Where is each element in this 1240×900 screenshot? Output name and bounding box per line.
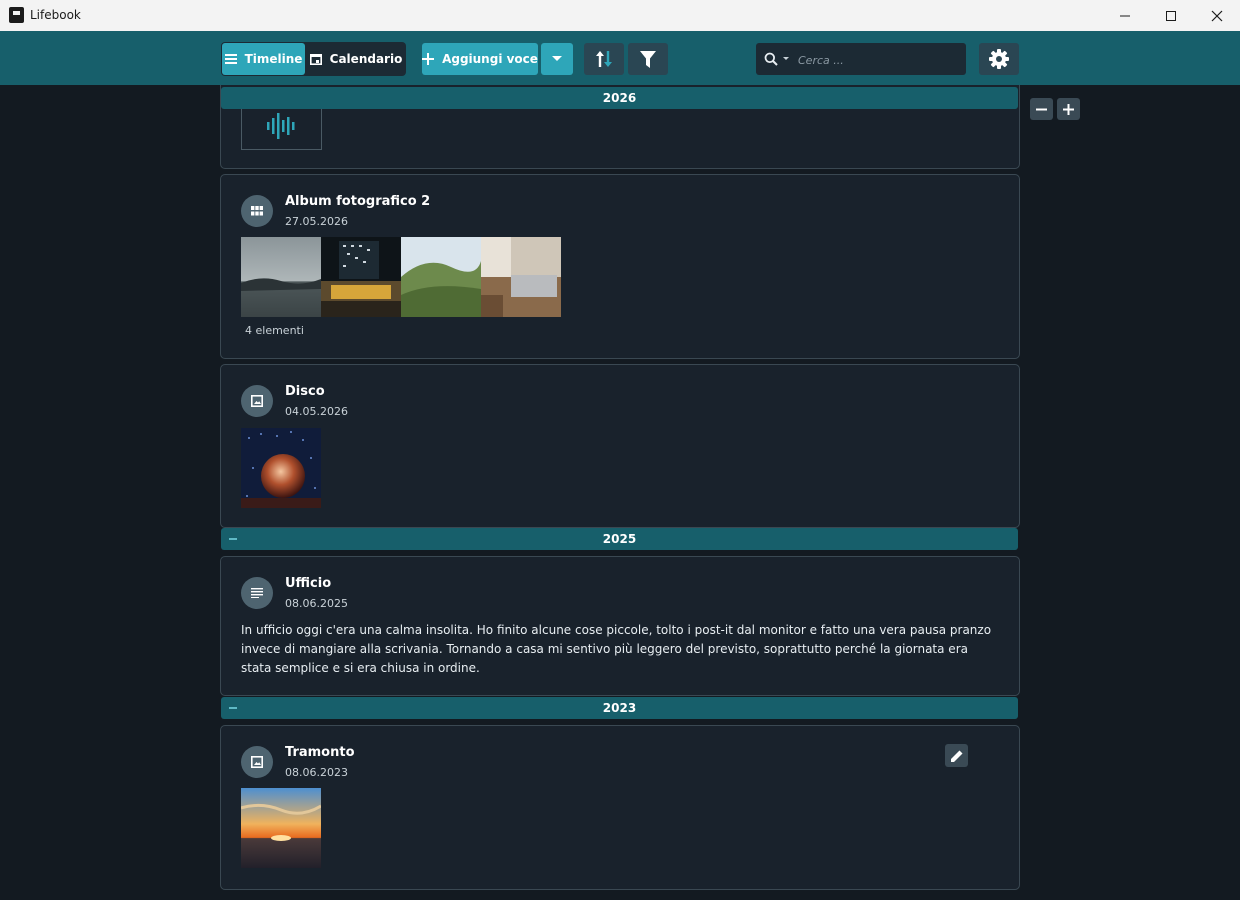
album-photo-2[interactable]	[321, 237, 401, 317]
tramonto-entry-card[interactable]: Tramonto 08.06.2023	[220, 725, 1020, 890]
entry-date: 08.06.2025	[285, 597, 348, 610]
year-header-2023[interactable]: 2023	[221, 697, 1018, 719]
album-photo-3[interactable]	[401, 237, 481, 317]
ufficio-entry-card[interactable]: Ufficio 08.06.2025 In ufficio oggi c'era…	[220, 556, 1020, 696]
entry-title: Album fotografico 2	[285, 194, 431, 209]
year-label: 2025	[602, 532, 637, 546]
album-photo-4[interactable]	[481, 237, 561, 317]
add-entry-button[interactable]: Aggiungi voce	[422, 43, 538, 75]
disco-entry-card[interactable]: Disco 04.05.2026	[220, 364, 1020, 528]
disco-photo[interactable]	[241, 428, 321, 508]
search-box	[756, 43, 966, 75]
entry-date: 04.05.2026	[285, 405, 348, 418]
close-icon	[1211, 10, 1223, 21]
image-type-icon	[241, 746, 273, 778]
tramonto-photo[interactable]	[240, 788, 322, 868]
search-icon[interactable]	[764, 52, 778, 66]
entry-date: 08.06.2023	[285, 766, 348, 779]
image-icon	[251, 395, 263, 407]
image-icon	[251, 756, 263, 768]
calendar-label: Calendario	[329, 52, 403, 66]
minus-icon	[1036, 108, 1047, 110]
album-type-icon	[241, 195, 273, 227]
minimize-button[interactable]	[1102, 0, 1148, 31]
gear-icon	[989, 49, 1009, 69]
plus-icon	[422, 53, 435, 65]
calendar-icon	[309, 53, 322, 65]
minimize-icon	[1120, 15, 1130, 16]
year-label: 2023	[602, 701, 637, 715]
zoom-out-button[interactable]	[1030, 98, 1053, 120]
timeline-view-button[interactable]: Timeline	[222, 43, 305, 75]
album-photo-1[interactable]	[241, 237, 321, 317]
window-titlebar: Lifebook	[0, 0, 1240, 31]
year-label: 2026	[602, 91, 637, 105]
plus-icon	[1063, 103, 1074, 115]
entry-title: Ufficio	[285, 576, 332, 591]
filter-button[interactable]	[628, 43, 668, 75]
entry-date: 27.05.2026	[285, 215, 348, 228]
window-title: Lifebook	[30, 8, 81, 22]
chevron-down-icon	[552, 56, 562, 61]
settings-button[interactable]	[979, 43, 1019, 75]
text-lines-icon	[251, 588, 263, 598]
pencil-icon	[950, 750, 962, 762]
year-header-2025[interactable]: 2025	[221, 528, 1018, 550]
timeline-label: Timeline	[244, 52, 303, 66]
grid-icon	[251, 206, 263, 216]
image-type-icon	[241, 385, 273, 417]
search-input[interactable]	[796, 49, 960, 71]
timeline-area: 2026 Album fotografico 2 27.05.2026 4 el…	[0, 85, 1240, 900]
view-switcher: Timeline Calendario	[221, 42, 406, 76]
zoom-in-button[interactable]	[1057, 98, 1080, 120]
filter-icon	[640, 50, 656, 68]
entry-text: In ufficio oggi c'era una calma insolita…	[241, 623, 992, 675]
text-type-icon	[241, 577, 273, 609]
menu-icon	[224, 54, 237, 64]
entry-title: Disco	[285, 384, 325, 399]
sort-icon	[596, 51, 612, 67]
edit-entry-button[interactable]	[945, 744, 968, 767]
search-options-caret-icon[interactable]	[783, 57, 789, 60]
app-logo-icon	[9, 7, 24, 23]
entry-title: Tramonto	[285, 745, 355, 760]
close-button[interactable]	[1194, 0, 1240, 31]
maximize-icon	[1166, 10, 1176, 21]
album-entry-card[interactable]: Album fotografico 2 27.05.2026 4 element…	[220, 174, 1020, 359]
add-entry-label: Aggiungi voce	[442, 52, 538, 66]
year-header-2026[interactable]: 2026	[221, 87, 1018, 109]
sort-button[interactable]	[584, 43, 624, 75]
album-item-count: 4 elementi	[245, 324, 304, 337]
calendar-view-button[interactable]: Calendario	[309, 43, 403, 75]
maximize-button[interactable]	[1148, 0, 1194, 31]
add-entry-dropdown-button[interactable]	[541, 43, 573, 75]
